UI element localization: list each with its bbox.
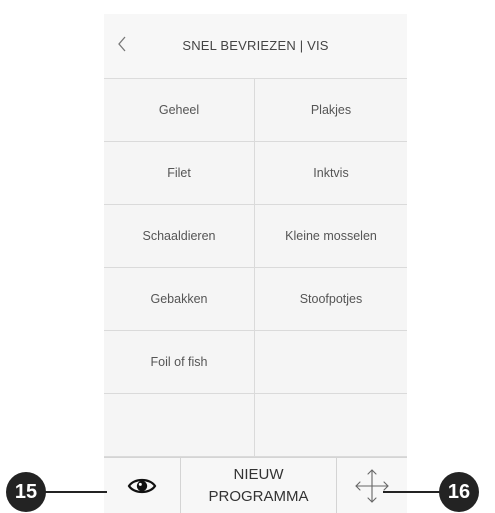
header-bar: SNEL BEVRIEZEN | VIS [104,14,407,79]
program-label: Stoofpotjes [299,292,363,306]
new-program-button[interactable]: NIEUW PROGRAMMA [181,458,337,513]
program-option-gebakken[interactable]: Gebakken [104,268,255,331]
program-label: Foil of fish [150,355,208,369]
view-button[interactable] [104,458,181,513]
callout-16: 16 [439,472,479,512]
program-label: Gebakken [150,292,208,306]
program-option-empty [255,331,407,394]
program-label: Inktvis [313,166,349,180]
eye-icon [127,478,157,494]
program-label: Kleine mosselen [285,229,377,243]
page-title: SNEL BEVRIEZEN | VIS [182,38,329,53]
program-option-plakjes[interactable]: Plakjes [255,79,407,142]
program-label: Filet [167,166,191,180]
program-option-kleine-mosselen[interactable]: Kleine mosselen [255,205,407,268]
program-label: Geheel [158,103,200,117]
callout-15-leader [45,491,107,493]
program-option-foil-of-fish[interactable]: Foil of fish [104,331,255,394]
move-arrows-icon [355,469,389,503]
callout-16-leader [383,491,440,493]
app-screen: SNEL BEVRIEZEN | VIS Geheel Plakjes File… [104,14,407,513]
program-option-empty [104,394,255,457]
program-label: Plakjes [310,103,352,117]
new-program-label-line1: NIEUW [233,466,284,483]
program-option-inktvis[interactable]: Inktvis [255,142,407,205]
move-button[interactable] [337,458,407,513]
program-option-geheel[interactable]: Geheel [104,79,255,142]
program-option-empty [255,394,407,457]
new-program-label-line2: PROGRAMMA [208,488,309,505]
program-label: Schaaldieren [142,229,216,243]
program-option-schaaldieren[interactable]: Schaaldieren [104,205,255,268]
program-option-stoofpotjes[interactable]: Stoofpotjes [255,268,407,331]
callout-15: 15 [6,472,46,512]
program-grid: Geheel Plakjes Filet Inktvis Schaaldiere… [104,79,407,457]
bottom-toolbar: NIEUW PROGRAMMA [104,457,407,513]
program-option-filet[interactable]: Filet [104,142,255,205]
back-chevron-icon[interactable] [112,32,132,56]
